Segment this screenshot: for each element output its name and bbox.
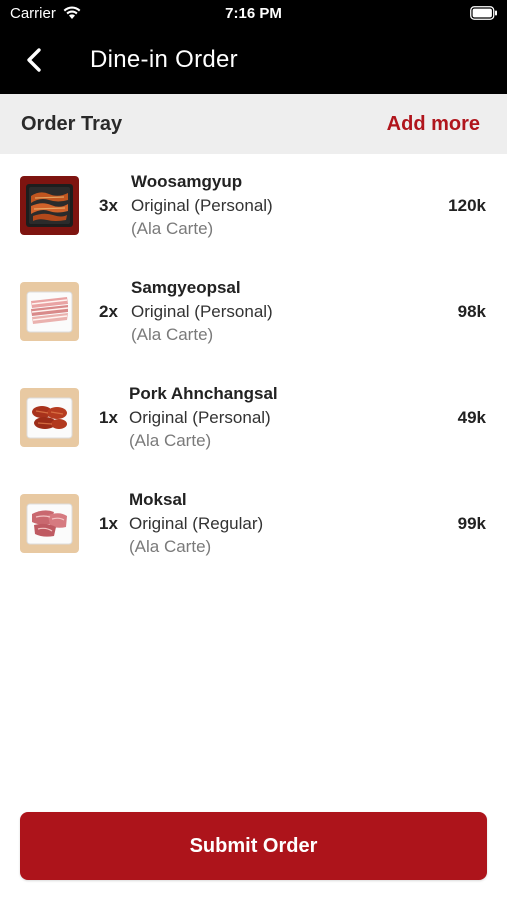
item-variant: Original (Personal) [131,302,273,321]
submit-order-button[interactable]: Submit Order [20,812,487,880]
battery-icon [470,6,498,25]
nav-header: Carrier 7:16 PM Dine-in Order [0,0,507,94]
item-name: Woosamgyup [131,172,243,191]
item-price: 120k [448,196,486,215]
grilled-meat-black-tray-icon [20,176,79,235]
item-quantity: 1x [99,514,118,533]
chevron-left-icon [27,48,41,72]
marinated-pork-tray-icon [20,388,79,447]
item-variant: Original (Personal) [131,196,273,215]
order-tray-title: Order Tray [21,113,123,135]
item-name: Moksal [129,490,187,509]
item-variant: Original (Personal) [129,408,271,427]
item-quantity: 2x [99,302,118,321]
pork-neck-tray-icon [20,494,79,553]
order-item[interactable]: 1x Pork Ahnchangsal Original (Personal) … [0,366,507,472]
item-variant: Original (Regular) [129,514,264,533]
pork-belly-tray-icon [20,282,79,341]
back-button[interactable] [20,44,54,76]
page-title: Dine-in Order [90,46,238,73]
clock: 7:16 PM [225,5,282,22]
item-type: (Ala Carte) [131,219,214,238]
order-tray-bar: Order Tray Add more [0,94,507,154]
item-price: 49k [457,408,486,427]
item-quantity: 3x [99,196,118,215]
item-price: 99k [457,514,486,533]
item-type: (Ala Carte) [129,537,212,556]
order-item[interactable]: 1x Moksal Original (Regular) (Ala Carte)… [0,472,507,578]
status-bar: Carrier 7:16 PM [0,0,507,28]
order-item[interactable]: 2x Samgyeopsal Original (Personal) (Ala … [0,260,507,366]
item-type: (Ala Carte) [129,431,212,450]
item-quantity: 1x [99,408,118,427]
item-type: (Ala Carte) [131,325,214,344]
item-name: Pork Ahnchangsal [129,384,278,403]
item-name: Samgyeopsal [131,278,241,297]
order-list: 3x Woosamgyup Original (Personal) (Ala C… [0,154,507,578]
order-item[interactable]: 3x Woosamgyup Original (Personal) (Ala C… [0,154,507,260]
item-price: 98k [457,302,486,321]
add-more-button[interactable]: Add more [387,112,480,136]
